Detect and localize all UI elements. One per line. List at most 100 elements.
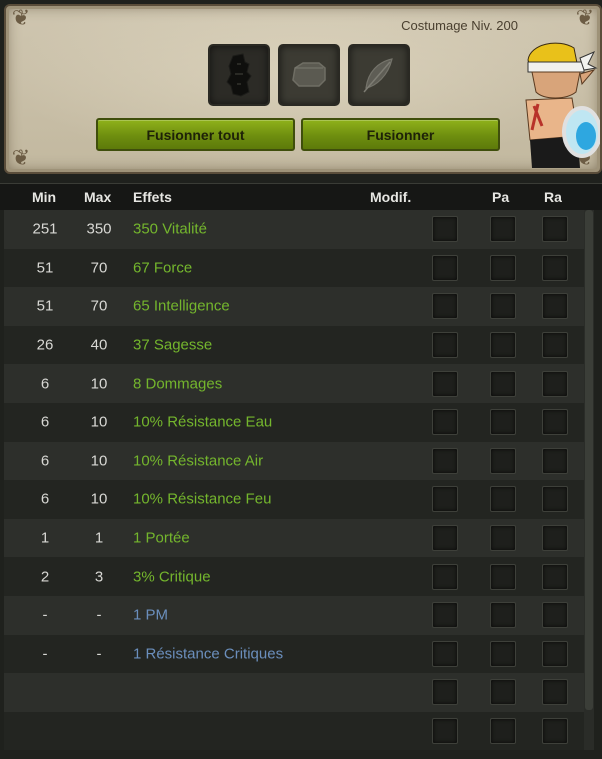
max-value: 70 — [90, 297, 108, 315]
ra-checkbox[interactable] — [542, 602, 568, 629]
effect-label: 1 Portée — [133, 529, 190, 547]
pa-checkbox[interactable] — [490, 254, 516, 281]
effect-label: 65 Intelligence — [133, 297, 230, 315]
modif-checkbox[interactable] — [432, 254, 458, 281]
column-header-modif: Modif. — [370, 189, 412, 205]
table-row — [4, 711, 584, 751]
pa-checkbox[interactable] — [490, 332, 516, 359]
column-header-pa: Pa — [492, 189, 510, 205]
ra-checkbox[interactable] — [542, 254, 568, 281]
modif-checkbox[interactable] — [432, 370, 458, 397]
pa-checkbox[interactable] — [490, 525, 516, 552]
max-value: 10 — [90, 490, 108, 508]
modif-checkbox[interactable] — [432, 486, 458, 513]
column-header-ra: Ra — [544, 189, 562, 205]
table-row: - - 1 PM — [4, 595, 584, 635]
max-value: 70 — [90, 259, 108, 277]
min-value: - — [42, 645, 48, 663]
effects-table-header: Min Max Effets Modif. Pa Ra — [0, 183, 602, 210]
item-slot[interactable] — [278, 44, 340, 106]
pa-checkbox[interactable] — [490, 718, 516, 745]
max-value: 10 — [90, 452, 108, 470]
statue-rune-icon — [226, 53, 252, 97]
modif-checkbox[interactable] — [432, 525, 458, 552]
pa-checkbox[interactable] — [490, 447, 516, 474]
pa-checkbox[interactable] — [490, 602, 516, 629]
pa-checkbox[interactable] — [490, 409, 516, 436]
table-row: 6 10 8 Dommages — [4, 364, 584, 403]
max-value: 350 — [86, 220, 112, 238]
effect-label: 3% Critique — [133, 568, 211, 586]
modif-checkbox[interactable] — [432, 679, 458, 706]
item-slot[interactable] — [208, 44, 270, 106]
effect-label: 350 Vitalité — [133, 220, 207, 238]
ra-checkbox[interactable] — [542, 563, 568, 590]
modif-checkbox[interactable] — [432, 332, 458, 359]
pa-checkbox[interactable] — [490, 640, 516, 667]
effect-label: 8 Dommages — [133, 375, 223, 393]
max-value: 1 — [94, 529, 104, 547]
merge-button[interactable]: Fusionner — [301, 118, 500, 151]
ra-checkbox[interactable] — [542, 370, 568, 397]
ra-checkbox[interactable] — [542, 679, 568, 706]
max-value: 10 — [90, 413, 108, 431]
min-value: 2 — [40, 568, 50, 586]
column-header-min: Min — [32, 189, 57, 205]
min-value: 6 — [40, 413, 50, 431]
max-value: 40 — [90, 336, 108, 354]
table-row: 2 3 3% Critique — [4, 557, 584, 596]
modif-checkbox[interactable] — [432, 447, 458, 474]
pa-checkbox[interactable] — [490, 370, 516, 397]
pa-checkbox[interactable] — [490, 679, 516, 706]
min-value: 6 — [40, 490, 50, 508]
table-row: 26 40 37 Sagesse — [4, 325, 584, 365]
min-value: - — [42, 606, 48, 624]
table-row: 6 10 10% Résistance Feu — [4, 480, 584, 519]
max-value: - — [96, 645, 102, 663]
stone-block-icon — [292, 62, 326, 87]
modif-checkbox[interactable] — [432, 718, 458, 745]
min-value: 51 — [36, 297, 54, 315]
effects-table: 251 350 350 Vitalité 51 70 67 Force 51 70 65 Int… — [4, 210, 584, 751]
ra-checkbox[interactable] — [542, 409, 568, 436]
modif-checkbox[interactable] — [432, 293, 458, 320]
merge-all-button[interactable]: Fusionner tout — [96, 118, 295, 151]
ra-checkbox[interactable] — [542, 486, 568, 513]
modif-checkbox[interactable] — [432, 563, 458, 590]
pa-checkbox[interactable] — [490, 216, 516, 243]
effect-label: 10% Résistance Air — [133, 452, 264, 470]
pa-checkbox[interactable] — [490, 563, 516, 590]
ra-checkbox[interactable] — [542, 525, 568, 552]
modif-checkbox[interactable] — [432, 602, 458, 629]
pa-checkbox[interactable] — [490, 486, 516, 513]
ra-checkbox[interactable] — [542, 447, 568, 474]
scrollbar[interactable] — [584, 210, 594, 750]
table-row: 6 10 10% Résistance Eau — [4, 402, 584, 442]
column-header-max: Max — [84, 189, 112, 205]
ra-checkbox[interactable] — [542, 718, 568, 745]
table-row: 1 1 1 Portée — [4, 518, 584, 558]
effect-label: 10% Résistance Eau — [133, 413, 273, 431]
min-value: 6 — [40, 452, 50, 470]
ra-checkbox[interactable] — [542, 332, 568, 359]
min-value: 26 — [36, 336, 54, 354]
max-value: 3 — [94, 568, 104, 586]
modif-checkbox[interactable] — [432, 409, 458, 436]
effect-label: 10% Résistance Feu — [133, 490, 272, 508]
effect-label: 37 Sagesse — [133, 336, 213, 354]
modif-checkbox[interactable] — [432, 640, 458, 667]
ra-checkbox[interactable] — [542, 640, 568, 667]
modif-checkbox[interactable] — [432, 216, 458, 243]
table-row: 51 70 65 Intelligence — [4, 287, 584, 326]
item-slot[interactable] — [348, 44, 410, 106]
max-value: - — [96, 606, 102, 624]
min-value: 251 — [32, 220, 58, 238]
pa-checkbox[interactable] — [490, 293, 516, 320]
ra-checkbox[interactable] — [542, 293, 568, 320]
table-row: 51 70 67 Force — [4, 248, 584, 288]
scroll-thumb[interactable] — [585, 210, 593, 710]
corner-ornament-icon: ❦ — [575, 6, 595, 31]
effect-label: 1 Résistance Critiques — [133, 645, 284, 663]
character-avatar-icon — [525, 42, 600, 168]
ra-checkbox[interactable] — [542, 216, 568, 243]
